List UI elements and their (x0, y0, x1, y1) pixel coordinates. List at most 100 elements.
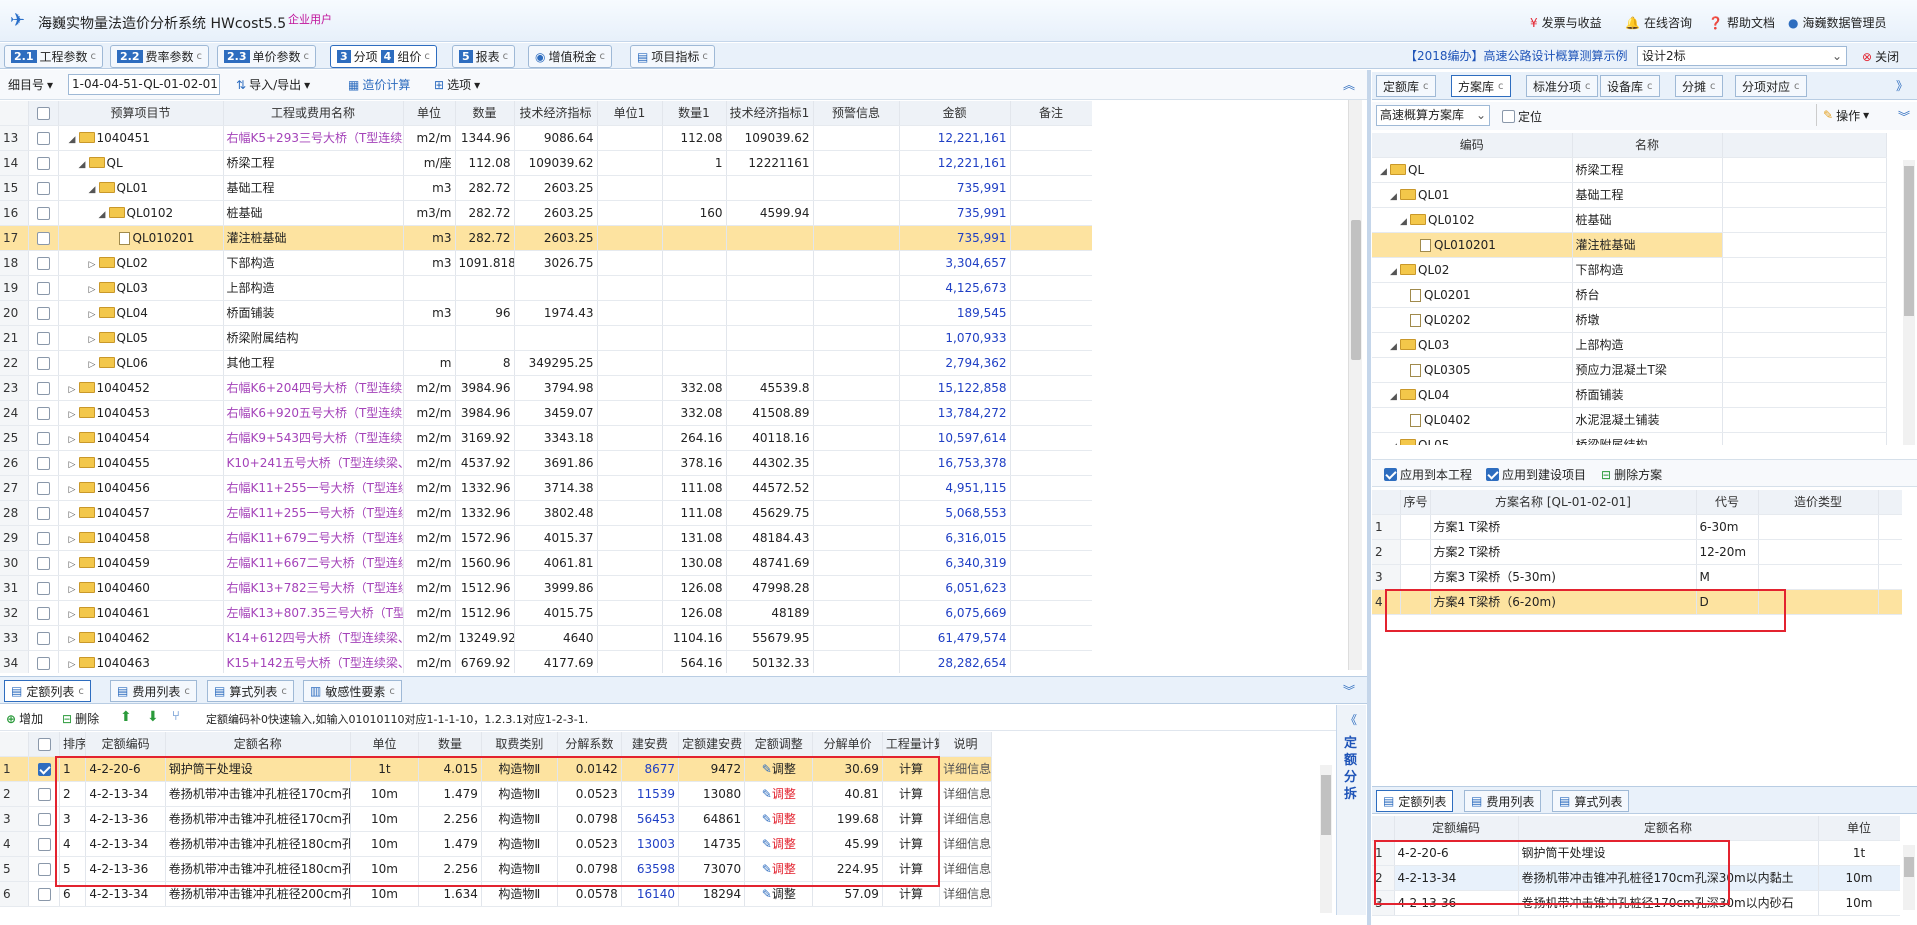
tech-index[interactable]: 3794.98 (514, 375, 598, 401)
fee-category[interactable]: 构造物Ⅱ (481, 756, 558, 782)
amount[interactable]: 6,316,015 (899, 525, 1011, 551)
quota-scrollbar[interactable] (1320, 765, 1332, 913)
table-row[interactable]: 16 ◢ QL0102 桩基础 m3/m 282.72 2603.25 160 4599.94 7… (0, 200, 1092, 226)
invoice-link[interactable]: ¥ 发票与收益 (1530, 14, 1602, 31)
plan-row[interactable]: 1 方案1 T梁桥 6-30m (1372, 514, 1902, 540)
tab-reports[interactable]: 5 报表 c (452, 45, 516, 68)
fee-category[interactable]: 构造物Ⅱ (481, 806, 558, 832)
col-header[interactable]: 单位 (1818, 816, 1900, 841)
tree-code-cell[interactable]: ▷ 1040454 (58, 425, 224, 451)
table-row[interactable]: 1 4-2-20-6 钢护筒干处埋设 1t (1372, 840, 1900, 866)
quantity1[interactable]: 332.08 (662, 375, 727, 401)
row-checkbox-cell[interactable] (28, 881, 60, 907)
unit[interactable]: m2/m (403, 600, 456, 626)
tab-close-icon[interactable]: c (600, 51, 606, 62)
quantity1[interactable]: 564.16 (662, 650, 727, 673)
item-name[interactable]: 左幅K11+255一号大桥（T型连续梁 (223, 500, 404, 526)
tech-index[interactable]: 4640 (514, 625, 598, 651)
row-checkbox[interactable] (36, 406, 50, 420)
remark[interactable] (1010, 175, 1092, 201)
warning-info[interactable] (813, 550, 900, 576)
table-row[interactable]: 4 4 4-2-13-34 卷扬机带冲击锥冲孔桩径180cm孔 10m 1.479 构造物Ⅱ… (0, 831, 992, 857)
col-header[interactable]: 分解单价 (812, 732, 883, 757)
quantity[interactable]: 2.256 (418, 806, 482, 832)
tech-index1[interactable]: 47998.28 (726, 575, 814, 601)
tree-row[interactable]: QL0201 桥台 (1372, 282, 1887, 308)
col-header[interactable]: 数量 (455, 101, 515, 126)
quantity1[interactable]: 131.08 (662, 525, 727, 551)
warning-info[interactable] (813, 200, 900, 226)
remark[interactable] (1010, 550, 1092, 576)
tab-close-icon[interactable]: c (503, 51, 509, 62)
cost-type[interactable] (1758, 514, 1879, 540)
expand-toggle-icon[interactable]: ▷ (89, 360, 97, 370)
col-header[interactable]: 预警信息 (813, 101, 900, 126)
item-name[interactable]: 右幅K13+782三号大桥（T型连续梁 (223, 575, 404, 601)
remark[interactable] (1010, 250, 1092, 276)
table-row[interactable]: 32 ▷ 1040461 左幅K13+807.35三号大桥（T型连 m2/m 1512.9… (0, 600, 1092, 626)
col-header[interactable]: 工程或费用名称 (223, 101, 404, 126)
amount[interactable]: 5,068,553 (899, 500, 1011, 526)
tab-close-icon[interactable]: c (184, 686, 190, 697)
import-export-button[interactable]: ⇅ 导入/导出 ▾ (236, 76, 310, 93)
adjust-link[interactable]: 调整 (772, 862, 796, 876)
table-row[interactable]: 15 ◢ QL01 基础工程 m3 282.72 2603.25 735,991 (0, 175, 1092, 201)
table-row[interactable]: 28 ▷ 1040457 左幅K11+255一号大桥（T型连续梁 m2/m 1332.96… (0, 500, 1092, 526)
unit1[interactable] (597, 375, 663, 401)
unit1[interactable] (597, 275, 663, 301)
unit[interactable]: 1t (1818, 840, 1900, 866)
table-row[interactable]: 2 2 4-2-13-34 卷扬机带冲击锥冲孔桩径170cm孔 10m 1.479 构造物Ⅱ… (0, 781, 992, 807)
tech-index[interactable]: 3802.48 (514, 500, 598, 526)
remark[interactable] (1010, 325, 1092, 351)
quota-name[interactable]: 卷扬机带冲击锥冲孔桩径200cm孔 (165, 881, 351, 907)
table-row[interactable]: 20 ▷ QL04 桥面铺装 m3 96 1974.43 189,545 (0, 300, 1092, 326)
move-up-icon[interactable]: ⬆ (120, 709, 132, 725)
remark[interactable] (1010, 350, 1092, 376)
detail-info-link[interactable]: 详细信息 (939, 831, 992, 857)
item-name[interactable]: 左幅K13+807.35三号大桥（T型连 (223, 600, 404, 626)
tree-code-cell[interactable]: ◢ 1040451 (58, 125, 224, 151)
qty-calc-button[interactable]: 计算 (882, 831, 941, 857)
expand-toggle-icon[interactable]: ▷ (69, 385, 77, 395)
warning-info[interactable] (813, 375, 900, 401)
col-header[interactable]: 单位1 (597, 101, 663, 126)
tech-index[interactable] (514, 275, 598, 301)
build-fee[interactable]: 63598 (621, 856, 680, 882)
sort-order[interactable]: 2 (59, 781, 87, 807)
tech-index1[interactable]: 4599.94 (726, 200, 814, 226)
row-checkbox-cell[interactable] (28, 225, 59, 251)
quantity1[interactable]: 112.08 (662, 125, 727, 151)
expand-toggle-icon[interactable]: ▷ (69, 585, 77, 595)
col-header[interactable]: 备注 (1010, 101, 1092, 126)
tree-code-cell[interactable]: ◢ QL04 (1372, 382, 1573, 408)
unit1[interactable] (597, 225, 663, 251)
quota-build-fee[interactable]: 9472 (678, 756, 746, 782)
quota-split-sidebar[interactable]: 《 定 额 分 拆 (1336, 705, 1366, 915)
warning-info[interactable] (813, 625, 900, 651)
plan-seq[interactable] (1400, 514, 1431, 540)
fee-category[interactable]: 构造物Ⅱ (481, 856, 558, 882)
tree-name[interactable]: 水泥混凝土铺装 (1572, 407, 1723, 433)
warning-info[interactable] (813, 575, 900, 601)
tech-index[interactable]: 3459.07 (514, 400, 598, 426)
quantity1[interactable] (662, 225, 727, 251)
tab-standard-items[interactable]: 标准分项 c (1526, 75, 1598, 97)
quantity1[interactable] (662, 175, 727, 201)
tech-index[interactable]: 109039.62 (514, 150, 598, 176)
plan-code[interactable]: 6-30m (1696, 514, 1759, 540)
item-name[interactable]: 其他工程 (223, 350, 404, 376)
unit1[interactable] (597, 325, 663, 351)
sort-order[interactable]: 1 (59, 756, 87, 782)
unit[interactable]: 10m (350, 806, 420, 832)
unit[interactable] (403, 325, 456, 351)
tech-index1[interactable]: 12221161 (726, 150, 814, 176)
tab-close-icon[interactable]: c (1585, 81, 1591, 92)
tech-index1[interactable]: 45629.75 (726, 500, 814, 526)
quota-code[interactable]: 4-2-20-6 (85, 756, 166, 782)
tab-close-icon[interactable]: c (424, 51, 430, 62)
split-price[interactable]: 199.68 (812, 806, 883, 832)
row-checkbox-cell[interactable] (28, 375, 59, 401)
quota-code[interactable]: 4-2-13-34 (85, 781, 166, 807)
amount[interactable]: 10,597,614 (899, 425, 1011, 451)
row-checkbox[interactable] (36, 481, 50, 495)
